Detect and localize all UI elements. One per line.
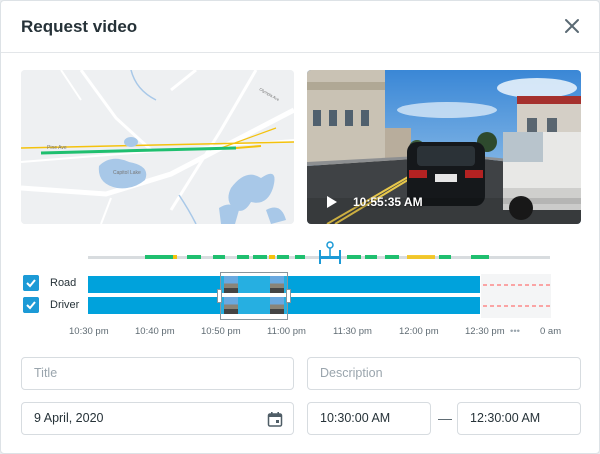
route-map[interactable]: Pine Ave Capitol Lake Olympia Ave — [21, 70, 294, 224]
tick-label: 10:50 pm — [201, 326, 241, 337]
driver-thumbnail-start — [224, 297, 238, 314]
video-timestamp: 10:55:35 AM — [353, 195, 423, 209]
driver-checkbox[interactable] — [23, 297, 39, 313]
road-checkbox[interactable] — [23, 275, 39, 291]
timeline-overview[interactable] — [1, 237, 600, 267]
description-input[interactable]: Description — [307, 357, 581, 390]
end-time-field[interactable]: 12:30:00 AM — [457, 402, 581, 435]
svg-text:Pine Ave: Pine Ave — [47, 145, 67, 151]
lake-label: Capitol Lake — [113, 170, 141, 176]
timeline-more-icon[interactable]: ••• — [510, 326, 520, 337]
close-icon[interactable] — [561, 15, 583, 37]
tick-label: 12:30 pm — [465, 326, 505, 337]
video-player[interactable] — [307, 70, 581, 224]
dialog-title: Request video — [21, 17, 138, 36]
tick-label: 0 am — [540, 326, 562, 337]
start-time-field[interactable]: 10:30:00 AM — [307, 402, 431, 435]
tick-label: 11:30 pm — [333, 326, 372, 337]
start-time-value: 10:30:00 AM — [320, 411, 391, 425]
play-icon[interactable] — [325, 195, 339, 209]
selection-handle-right[interactable] — [286, 289, 291, 303]
driver-track-label: Driver — [50, 299, 80, 311]
date-value: 9 April, 2020 — [34, 411, 104, 425]
description-placeholder: Description — [320, 366, 383, 380]
tick-label: 11:00 pm — [267, 326, 306, 337]
title-input[interactable]: Title — [21, 357, 294, 390]
road-thumbnail-start — [224, 276, 238, 293]
request-video-dialog: Request video Pine Ave Capitol Lake Olym… — [0, 0, 600, 454]
map-canvas: Pine Ave Capitol Lake Olympia Ave — [21, 70, 294, 224]
tick-label: 10:30 pm — [69, 326, 109, 337]
missing-footage — [481, 274, 551, 318]
road-track-label: Road — [50, 277, 77, 289]
dialog-header: Request video — [1, 1, 599, 53]
video-frame — [307, 70, 581, 224]
road-thumbnail-end — [270, 276, 284, 293]
tick-label: 12:00 pm — [399, 326, 439, 337]
date-field[interactable]: 9 April, 2020 — [21, 402, 294, 435]
title-placeholder: Title — [34, 366, 58, 380]
tick-label: 10:40 pm — [135, 326, 175, 337]
end-time-value: 12:30:00 AM — [470, 411, 541, 425]
calendar-icon[interactable] — [267, 411, 283, 427]
selection-handle-left[interactable] — [217, 289, 222, 303]
range-separator: — — [438, 410, 452, 426]
driver-thumbnail-end — [270, 297, 284, 314]
